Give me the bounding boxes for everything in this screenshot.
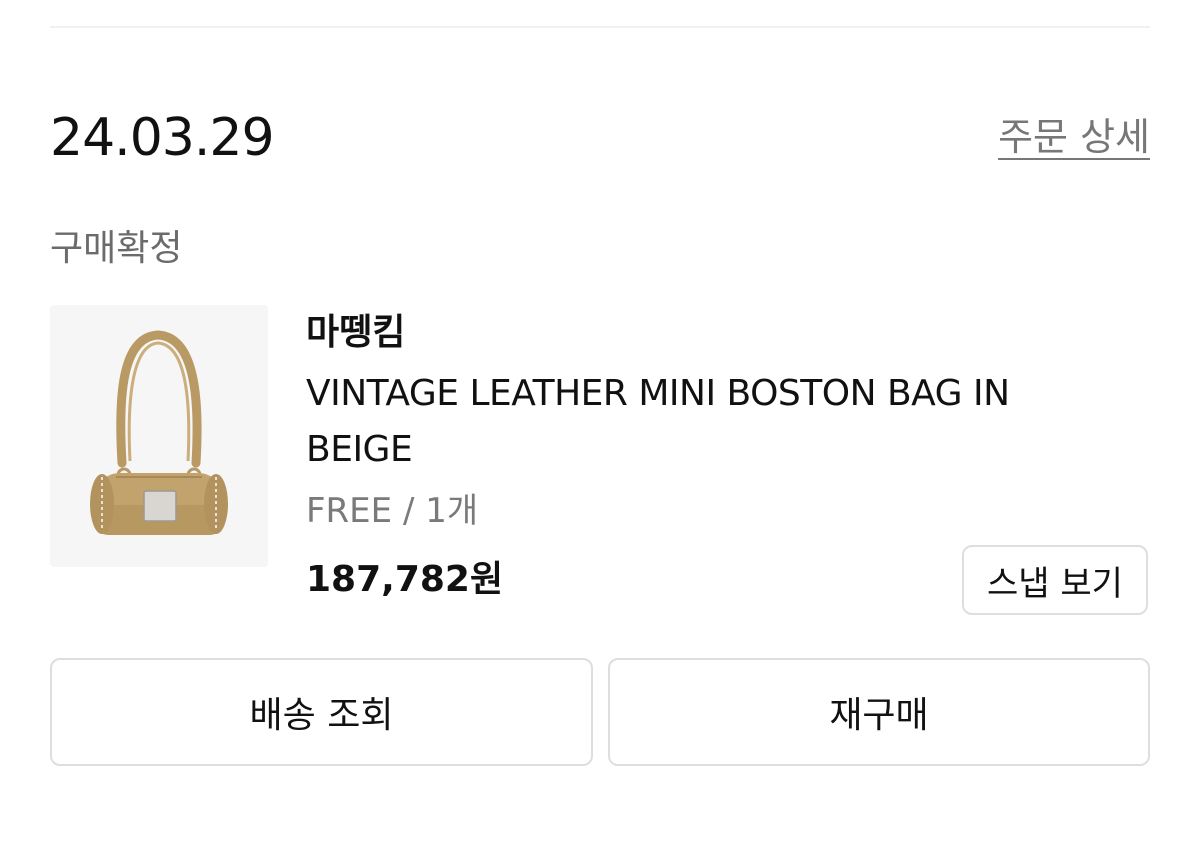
order-detail-link[interactable]: 주문 상세 [998,112,1150,162]
brand-name[interactable]: 마뗑킴 [306,308,405,358]
rebuy-button[interactable]: 재구매 [608,658,1150,766]
delivery-tracking-button[interactable]: 배송 조회 [50,658,593,766]
product-price: 187,782원 [306,559,504,600]
product-name[interactable]: VINTAGE LEATHER MINI BOSTON BAG IN BEIGE [306,366,1066,478]
snap-view-button[interactable]: 스냅 보기 [962,545,1148,615]
product-option: FREE / 1개 [306,491,479,531]
product-thumbnail[interactable] [50,305,268,567]
handbag-image [50,305,268,567]
top-divider [50,26,1150,28]
order-date: 24.03.29 [50,108,275,168]
order-status: 구매확정 [50,228,183,269]
